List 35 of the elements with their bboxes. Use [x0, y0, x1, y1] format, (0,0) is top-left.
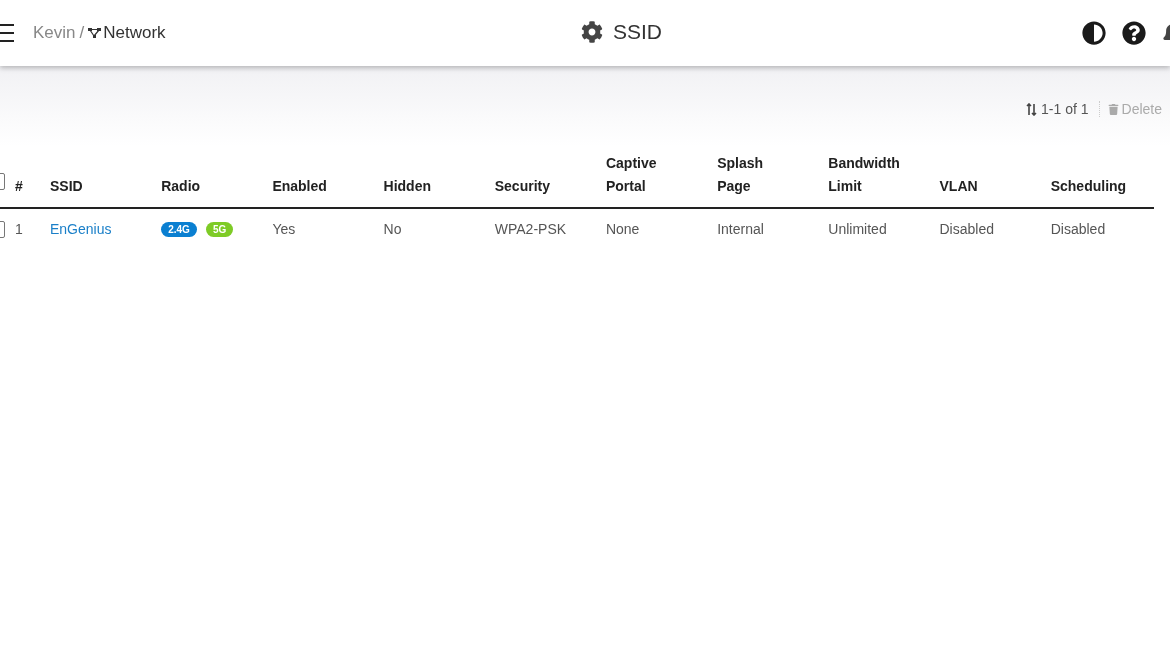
column-header: VLAN — [931, 146, 1043, 209]
table-cell-text: WPA2-PSK — [493, 220, 568, 239]
contrast-icon[interactable] — [1082, 21, 1106, 45]
trash-icon — [1107, 103, 1119, 115]
table-cell-text: Yes — [271, 220, 297, 239]
table-cell-text: None — [604, 220, 641, 239]
ssid-link[interactable]: EnGenius — [42, 209, 154, 249]
column-header: Radio — [153, 146, 265, 209]
table-cell-text: No — [382, 220, 403, 239]
radio-band-badge: 5G — [205, 221, 234, 237]
table-cell-text: Unlimited — [827, 220, 888, 239]
radio-band-badge: 2.4G — [161, 221, 197, 237]
column-header: Security — [486, 146, 598, 209]
breadcrumb-item: Network — [88, 23, 166, 43]
help-icon[interactable] — [1122, 21, 1146, 45]
table-cell-text: Internal — [716, 220, 765, 239]
breadcrumb-separator: / — [79, 23, 85, 43]
table-cell-text: 1 — [14, 220, 24, 239]
column-header: Captive Portal — [597, 146, 710, 209]
column-header: Enabled — [264, 146, 376, 209]
column-header: Splash Page — [709, 146, 821, 209]
column-header: Bandwidth Limit — [820, 146, 932, 209]
column-header: SSID — [42, 146, 154, 209]
column-header: Scheduling — [1042, 146, 1154, 209]
table-cell-text: Disabled — [1049, 220, 1107, 239]
menu-icon[interactable] — [0, 23, 14, 43]
column-header: # — [7, 146, 43, 209]
settings-icon — [581, 21, 603, 43]
sort-icon — [1026, 102, 1038, 116]
pagination-info: 1-1 of 1 — [1026, 101, 1100, 117]
network-icon — [88, 28, 102, 38]
column-header: Hidden — [375, 146, 487, 209]
table-cell-text: Disabled — [938, 220, 995, 239]
breadcrumb-item[interactable]: Kevin — [33, 23, 76, 43]
page-title: SSID — [613, 20, 662, 44]
